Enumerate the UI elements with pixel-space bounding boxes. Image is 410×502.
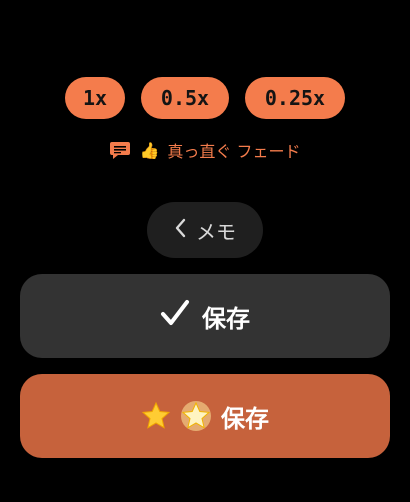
star-icon [141,401,171,431]
save-star-button[interactable]: 保存 [20,374,390,458]
feedback-text: 真っ直ぐ フェード [167,142,301,161]
save-label: 保存 [202,304,250,333]
memo-button[interactable]: メモ [147,202,263,258]
save-button[interactable]: 保存 [20,274,390,358]
thumbs-up-icon: 👍 [139,140,160,160]
feedback-row: 👍 真っ直ぐ フェード [0,138,410,162]
speed-1x-button[interactable]: 1x [65,77,125,119]
speed-0-25x-button[interactable]: 0.25x [245,77,345,119]
speed-0-5x-button[interactable]: 0.5x [141,77,229,119]
save-star-label: 保存 [221,404,269,433]
glowing-star-icon [179,399,213,433]
comment-icon [109,140,131,160]
playback-speed-selector: 1x 0.5x 0.25x [0,77,410,119]
checkmark-icon [160,299,190,333]
chevron-left-icon [174,218,186,243]
memo-label: メモ [196,219,236,244]
